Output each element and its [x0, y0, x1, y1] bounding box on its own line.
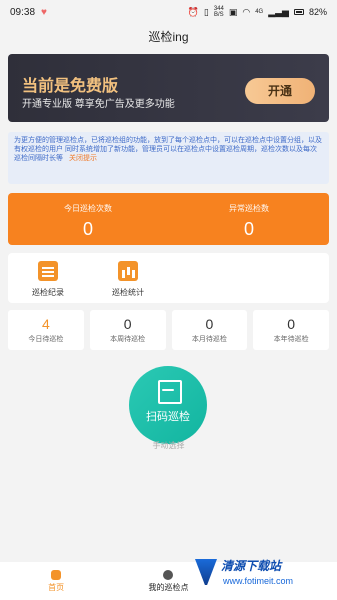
scan-inspect-button[interactable]: 扫码巡检 [129, 366, 207, 444]
battery-icon [293, 9, 304, 15]
abnormal-inspection-value: 0 [243, 219, 254, 239]
scan-icon [158, 380, 182, 404]
status-time: 09:38 [10, 6, 36, 18]
today-pending-value: 4 [41, 316, 50, 332]
manual-select-link[interactable]: 手动选择 [0, 440, 337, 451]
stats-card: 今日巡检次数 0 异常巡检数 0 [8, 193, 329, 245]
today-inspection-value: 0 [82, 219, 93, 239]
abnormal-inspection-label: 异常巡检数 [229, 204, 269, 213]
week-pending-label: 本周待巡检 [110, 336, 146, 343]
promo-subtitle: 开通专业版 尊享免广告及更多功能 [22, 99, 175, 110]
nfc-icon: ▣ [228, 6, 238, 17]
watermark: 清源下载站 www.fotimeit.com [187, 551, 329, 597]
record-icon [38, 261, 58, 281]
status-bar: 09:38 ♥ ⏰ ▯ 344 B/S ▣ ◠ 4G ▂▃▅ 82% [0, 0, 337, 24]
year-pending-label: 本年待巡检 [273, 336, 309, 343]
close-notice-link[interactable]: 关闭提示 [69, 155, 97, 162]
scan-label: 扫码巡检 [146, 411, 190, 423]
vibrate-icon: ▯ [203, 6, 209, 17]
today-pending-label: 今日待巡检 [28, 336, 64, 343]
promo-title: 当前是免费版 [22, 78, 119, 95]
watermark-brand: 清源下载站 [221, 559, 282, 573]
abnormal-inspection-stat: 异常巡检数 0 [169, 193, 329, 245]
watermark-url: www.fotimeit.com [223, 576, 294, 586]
week-pending-value: 0 [123, 316, 132, 332]
today-pending-card[interactable]: 4 今日待巡检 [8, 310, 84, 350]
page-title: 巡检ing [148, 30, 189, 44]
promo-banner: 当前是免费版 开通专业版 尊享免广告及更多功能 开通 [8, 54, 329, 122]
today-inspection-stat: 今日巡检次数 0 [8, 193, 168, 245]
month-pending-label: 本月待巡检 [191, 336, 227, 343]
stats-icon [118, 261, 138, 281]
inspection-stats-label: 巡检统计 [112, 288, 144, 297]
year-pending-value: 0 [287, 316, 296, 332]
net-speed: 344 B/S [213, 6, 224, 18]
battery-percent: 82% [308, 7, 327, 17]
wifi-icon: ◠ [242, 6, 251, 17]
tab-home-label: 首页 [48, 582, 65, 592]
week-pending-card[interactable]: 0 本周待巡检 [89, 310, 166, 350]
watermark-logo-icon [195, 559, 217, 585]
pending-counts: 4 今日待巡检 0 本周待巡检 0 本月待巡检 0 本年待巡检 [8, 310, 329, 350]
inspection-record-button[interactable]: 巡检纪录 [13, 257, 83, 301]
today-inspection-label: 今日巡检次数 [64, 204, 112, 213]
signal-label: 4G [255, 9, 264, 15]
notice-text: 为更方便的管理巡检点，已将巡检组的功能，放到了每个巡检点中，可以在巡检点中设置分… [14, 137, 322, 162]
checkpoint-icon [163, 569, 174, 580]
month-pending-card[interactable]: 0 本月待巡检 [171, 310, 248, 350]
month-pending-value: 0 [205, 316, 214, 332]
notification-icon: ♥ [41, 6, 47, 18]
year-pending-card[interactable]: 0 本年待巡检 [253, 310, 329, 350]
home-icon [51, 569, 62, 580]
signal-icon: ▂▃▅ [268, 6, 289, 17]
alarm-icon: ⏰ [187, 6, 199, 17]
activate-button[interactable]: 开通 [245, 78, 315, 104]
notice-box: 为更方便的管理巡检点，已将巡检组的功能，放到了每个巡检点中，可以在巡检点中设置分… [8, 132, 329, 184]
tab-home[interactable]: 首页 [11, 569, 101, 593]
shortcut-panel: 巡检纪录 巡检统计 [8, 253, 329, 303]
inspection-stats-button[interactable]: 巡检统计 [93, 257, 163, 301]
inspection-record-label: 巡检纪录 [32, 288, 64, 297]
